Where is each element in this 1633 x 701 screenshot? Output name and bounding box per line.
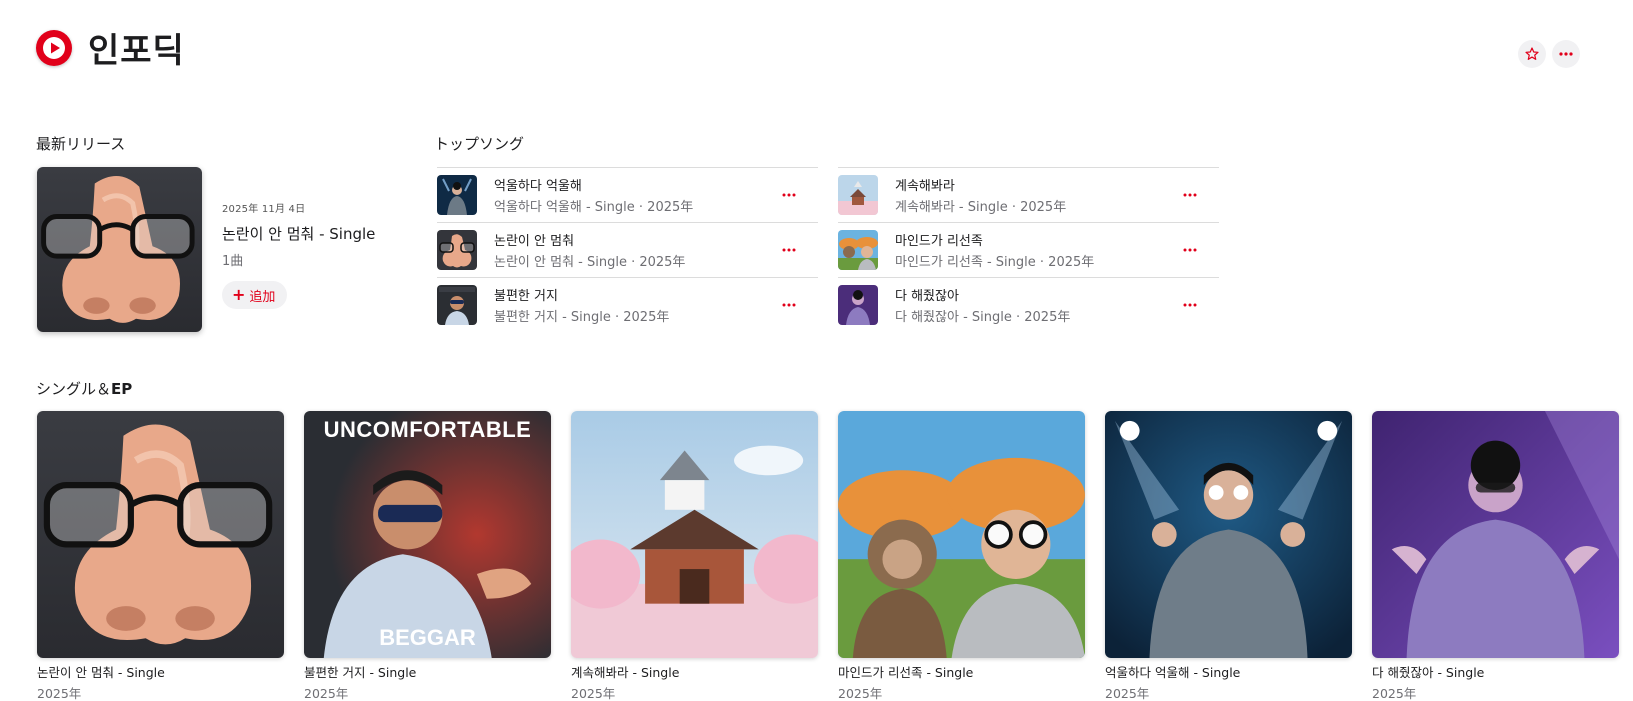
latest-release-info: 2025年 11月 4日 논란이 안 멈춰 - Single 1曲 + 追加 [222,200,375,309]
song-subtitle: 억울하다 억울해 - Single · 2025年 [494,200,694,215]
song-thumbnail [437,230,477,270]
cover-bottom-text: BEGGAR [379,625,476,650]
song-title: 마인드가 리선족 [895,234,983,249]
album-title[interactable]: 불편한 거지 - Single [304,662,551,681]
album-card[interactable]: 억울하다 억울해 - Single 2025年 [1105,411,1352,701]
song-subtitle: 다 해줬잖아 - Single · 2025年 [895,310,1071,325]
album-card[interactable]: 논란이 안 멈춰 - Single 2025年 [37,411,284,701]
song-thumbnail [838,285,878,325]
song-title: 논란이 안 멈춰 [494,234,575,249]
artist-header: 인포딕 [36,24,185,71]
song-title: 불편한 거지 [494,289,558,304]
album-title[interactable]: 억울하다 억울해 - Single [1105,662,1352,681]
album-title[interactable]: 계속해봐라 - Single [571,662,818,681]
plus-icon: + [232,285,246,304]
song-thumbnail [838,175,878,215]
singles-ep-title[interactable]: シングル＆EP [36,378,132,399]
star-icon [1525,47,1539,60]
song-title: 억울하다 억울해 [494,179,582,194]
song-subtitle: 불편한 거지 - Single · 2025年 [494,310,670,325]
add-button[interactable]: + 追加 [222,281,288,309]
album-card[interactable]: 계속해봐라 - Single 2025年 [571,411,818,701]
artist-avatar [36,30,72,66]
song-more-button[interactable] [780,186,798,204]
song-subtitle: 마인드가 리선족 - Single · 2025年 [895,255,1095,270]
song-more-button[interactable] [1181,241,1199,259]
song-row[interactable]: 다 해줬잖아 다 해줬잖아 - Single · 2025年 [838,277,1219,332]
release-title[interactable]: 논란이 안 멈춰 - Single [222,223,375,244]
song-title: 계속해봐라 [895,179,955,194]
album-artwork[interactable] [571,411,818,658]
header-actions [1518,40,1580,68]
singles-ep-title-bold: EP [111,380,133,398]
song-subtitle: 계속해봐라 - Single · 2025年 [895,200,1067,215]
album-artwork[interactable] [37,411,284,658]
album-year: 2025年 [571,686,616,701]
ellipsis-icon [782,248,796,252]
song-more-button[interactable] [1181,186,1199,204]
song-thumbnail [437,175,477,215]
cover-top-text: UNCOMFORTABLE [323,417,532,442]
latest-release-title: 最新リリース [36,135,126,153]
top-songs-column-1: 억울하다 억울해 억울하다 억울해 - Single · 2025年 논란이 안… [437,167,818,332]
album-card[interactable]: UNCOMFORTABLE BEGGAR 불편한 거지 - Single 202… [304,411,551,701]
release-date: 2025年 11月 4日 [222,204,306,215]
album-title[interactable]: 다 해줬잖아 - Single [1372,662,1619,681]
album-card[interactable]: 마인드가 리선족 - Single 2025年 [838,411,1085,701]
top-songs-column-2: 계속해봐라 계속해봐라 - Single · 2025年 마인드가 리선족 마인… [838,167,1219,332]
album-artwork[interactable] [1105,411,1352,658]
track-count: 1曲 [222,254,244,269]
ellipsis-icon [1183,303,1197,307]
album-title[interactable]: 논란이 안 멈춰 - Single [37,662,284,681]
album-year: 2025年 [304,686,349,701]
song-row[interactable]: 마인드가 리선족 마인드가 리선족 - Single · 2025年 [838,222,1219,277]
album-year: 2025年 [1372,686,1417,701]
song-row[interactable]: 계속해봐라 계속해봐라 - Single · 2025年 [838,167,1219,222]
song-more-button[interactable] [1181,296,1199,314]
favorite-button[interactable] [1518,40,1546,68]
song-more-button[interactable] [780,296,798,314]
ellipsis-icon [1183,193,1197,197]
latest-release-artwork[interactable] [37,167,202,332]
album-card[interactable]: 다 해줬잖아 - Single 2025年 [1372,411,1619,701]
song-more-button[interactable] [780,241,798,259]
album-year: 2025年 [838,686,883,701]
song-row[interactable]: 논란이 안 멈춰 논란이 안 멈춰 - Single · 2025年 [437,222,818,277]
singles-grid: 논란이 안 멈춰 - Single 2025年 UNCOMFORTABLE BE… [37,411,1619,701]
singles-ep-title-prefix: シングル＆ [36,380,112,398]
song-subtitle: 논란이 안 멈춰 - Single · 2025年 [494,255,686,270]
album-year: 2025年 [1105,686,1150,701]
song-title: 다 해줬잖아 [895,289,959,304]
add-button-label: 追加 [249,289,276,305]
album-year: 2025年 [37,686,82,701]
album-title[interactable]: 마인드가 리선족 - Single [838,662,1085,681]
ellipsis-icon [782,303,796,307]
song-row[interactable]: 억울하다 억울해 억울하다 억울해 - Single · 2025年 [437,167,818,222]
ellipsis-icon [1559,52,1573,56]
album-artwork[interactable] [1372,411,1619,658]
top-songs-title: トップソング [434,135,525,153]
artist-name: 인포딕 [88,30,185,71]
more-options-button[interactable] [1552,40,1580,68]
album-artwork[interactable] [838,411,1085,658]
ellipsis-icon [782,193,796,197]
song-thumbnail [838,230,878,270]
album-artwork[interactable]: UNCOMFORTABLE BEGGAR [304,411,551,658]
song-row[interactable]: 불편한 거지 불편한 거지 - Single · 2025年 [437,277,818,332]
song-thumbnail [437,285,477,325]
play-logo-icon [43,37,65,59]
ellipsis-icon [1183,248,1197,252]
